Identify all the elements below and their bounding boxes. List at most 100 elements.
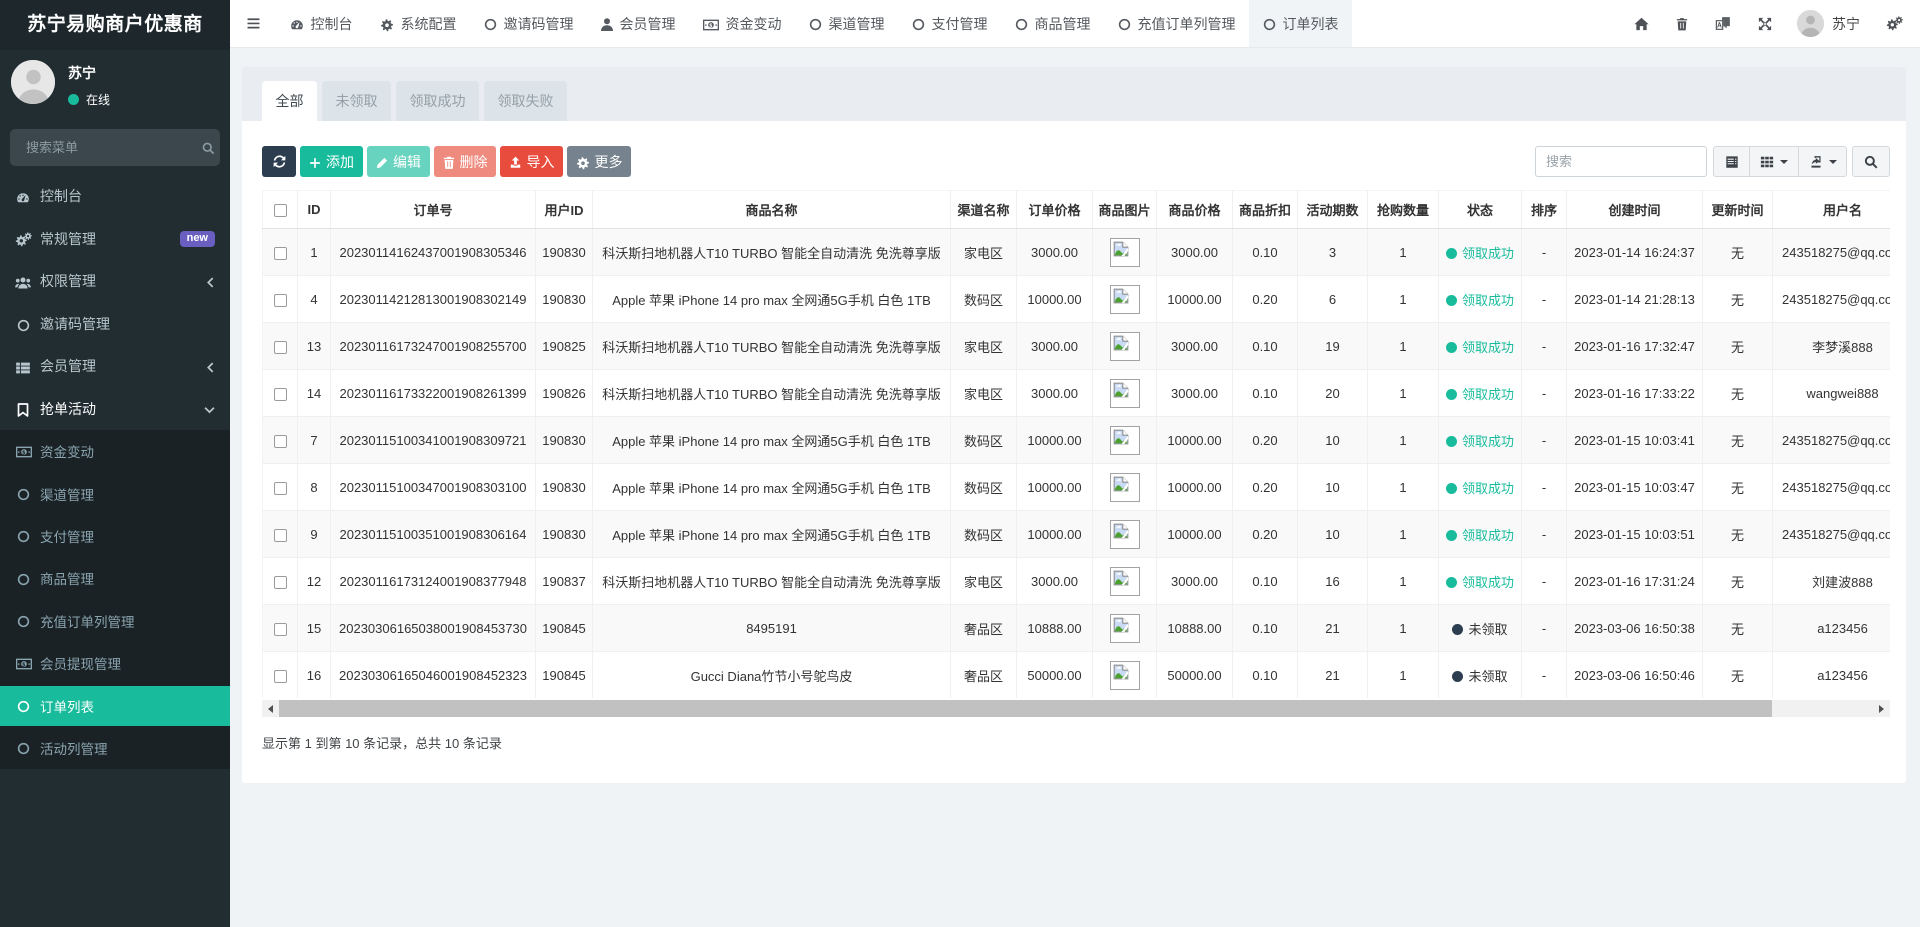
row-checkbox[interactable] bbox=[274, 388, 287, 401]
row-checkbox[interactable] bbox=[274, 247, 287, 260]
product-image-placeholder[interactable] bbox=[1110, 661, 1140, 690]
table-row[interactable]: 120230114162437001908305346190830科沃斯扫地机器… bbox=[263, 229, 1891, 276]
row-checkbox[interactable] bbox=[274, 294, 287, 307]
nav-tab-渠道管理[interactable]: 渠道管理 bbox=[795, 0, 898, 47]
expand-icon[interactable] bbox=[1744, 0, 1785, 48]
columns-toggle-button[interactable] bbox=[1750, 146, 1799, 177]
table-row[interactable]: 1220230116173124001908377948190837科沃斯扫地机… bbox=[263, 558, 1891, 605]
menu-toggle-icon[interactable] bbox=[230, 0, 276, 47]
column-header-订单号[interactable]: 订单号 bbox=[331, 191, 536, 229]
row-checkbox[interactable] bbox=[274, 670, 287, 683]
nav-tab-邀请码管理[interactable]: 邀请码管理 bbox=[470, 0, 587, 47]
nav-tab-商品管理[interactable]: 商品管理 bbox=[1001, 0, 1104, 47]
column-header-用户名[interactable]: 用户名 bbox=[1773, 191, 1891, 229]
nav-tab-控制台[interactable]: 控制台 bbox=[276, 0, 366, 47]
sidebar-search-input[interactable] bbox=[26, 140, 202, 155]
sidebar-subitem-订单列表[interactable]: 订单列表 bbox=[0, 684, 230, 726]
sidebar-item-权限管理[interactable]: 权限管理 bbox=[0, 260, 230, 303]
sidebar-item-邀请码管理[interactable]: 邀请码管理 bbox=[0, 303, 230, 346]
table-row[interactable]: 1520230306165038001908453730190845849519… bbox=[263, 605, 1891, 652]
column-header-商品名称[interactable]: 商品名称 bbox=[593, 191, 951, 229]
sidebar-item-会员管理[interactable]: 会员管理 bbox=[0, 345, 230, 388]
import-button[interactable]: 导入 bbox=[500, 146, 563, 177]
nav-tab-充值订单列管理[interactable]: 充值订单列管理 bbox=[1104, 0, 1249, 47]
sidebar-item-抢单活动[interactable]: 抢单活动 bbox=[0, 388, 230, 431]
sidebar-subitem-商品管理[interactable]: 商品管理 bbox=[0, 557, 230, 599]
row-checkbox[interactable] bbox=[274, 623, 287, 636]
column-header-商品折扣[interactable]: 商品折扣 bbox=[1233, 191, 1298, 229]
refresh-button[interactable] bbox=[262, 146, 296, 177]
filter-tab-领取失败[interactable]: 领取失败 bbox=[484, 81, 567, 121]
sidebar-item-label: 邀请码管理 bbox=[40, 314, 215, 334]
column-header-创建时间[interactable]: 创建时间 bbox=[1567, 191, 1703, 229]
column-header-抢购数量[interactable]: 抢购数量 bbox=[1368, 191, 1439, 229]
table-search-input[interactable] bbox=[1546, 147, 1696, 176]
row-checkbox[interactable] bbox=[274, 435, 287, 448]
sidebar-subitem-渠道管理[interactable]: 渠道管理 bbox=[0, 472, 230, 514]
product-image-placeholder[interactable] bbox=[1110, 285, 1140, 314]
column-header-渠道名称[interactable]: 渠道名称 bbox=[951, 191, 1017, 229]
settings-cogs-icon[interactable] bbox=[1872, 0, 1916, 48]
product-image-placeholder[interactable] bbox=[1110, 238, 1140, 267]
sidebar-subitem-会员提现管理[interactable]: 会员提现管理 bbox=[0, 642, 230, 684]
navbar-user[interactable]: 苏宁 bbox=[1785, 10, 1872, 37]
column-header-更新时间[interactable]: 更新时间 bbox=[1703, 191, 1773, 229]
search-icon[interactable] bbox=[202, 140, 215, 155]
home-icon[interactable] bbox=[1620, 0, 1662, 48]
select-all-checkbox[interactable] bbox=[274, 204, 287, 217]
scroll-right-arrow-icon[interactable] bbox=[1873, 700, 1890, 717]
column-header-状态[interactable]: 状态 bbox=[1439, 191, 1522, 229]
nav-tab-支付管理[interactable]: 支付管理 bbox=[898, 0, 1001, 47]
product-image-placeholder[interactable] bbox=[1110, 426, 1140, 455]
horizontal-scrollbar[interactable] bbox=[262, 700, 1890, 717]
nav-tab-会员管理[interactable]: 会员管理 bbox=[587, 0, 689, 47]
table-row[interactable]: 1420230116173322001908261399190826科沃斯扫地机… bbox=[263, 370, 1891, 417]
filter-tab-全部[interactable]: 全部 bbox=[262, 81, 317, 121]
export-button[interactable] bbox=[1799, 146, 1847, 177]
column-header-订单价格[interactable]: 订单价格 bbox=[1017, 191, 1093, 229]
sidebar-subitem-充值订单列管理[interactable]: 充值订单列管理 bbox=[0, 600, 230, 642]
table-row[interactable]: 1320230116173247001908255700190825科沃斯扫地机… bbox=[263, 323, 1891, 370]
sidebar-subitem-支付管理[interactable]: 支付管理 bbox=[0, 515, 230, 557]
add-button[interactable]: 添加 bbox=[300, 146, 363, 177]
table-row[interactable]: 720230115100341001908309721190830Apple 苹… bbox=[263, 417, 1891, 464]
column-header-ID[interactable]: ID bbox=[298, 191, 331, 229]
language-icon[interactable] bbox=[1701, 0, 1744, 48]
delete-button[interactable]: 删除 bbox=[434, 146, 496, 177]
table-row[interactable]: 820230115100347001908303100190830Apple 苹… bbox=[263, 464, 1891, 511]
table-row[interactable]: 1620230306165046001908452323190845Gucci … bbox=[263, 652, 1891, 699]
edit-button[interactable]: 编辑 bbox=[367, 146, 430, 177]
column-header-商品图片[interactable]: 商品图片 bbox=[1093, 191, 1157, 229]
column-header-用户ID[interactable]: 用户ID bbox=[536, 191, 593, 229]
row-checkbox[interactable] bbox=[274, 482, 287, 495]
table-row[interactable]: 920230115100351001908306164190830Apple 苹… bbox=[263, 511, 1891, 558]
more-button[interactable]: 更多 bbox=[567, 146, 631, 177]
product-image-placeholder[interactable] bbox=[1110, 332, 1140, 361]
sidebar-item-控制台[interactable]: 控制台 bbox=[0, 175, 230, 218]
sidebar-item-常规管理[interactable]: 常规管理new bbox=[0, 218, 230, 261]
nav-tab-系统配置[interactable]: 系统配置 bbox=[366, 0, 470, 47]
row-checkbox[interactable] bbox=[274, 529, 287, 542]
detail-view-button[interactable] bbox=[1713, 146, 1750, 177]
product-image-placeholder[interactable] bbox=[1110, 614, 1140, 643]
table-row[interactable]: 420230114212813001908302149190830Apple 苹… bbox=[263, 276, 1891, 323]
trash-icon[interactable] bbox=[1662, 0, 1701, 48]
filter-tab-领取成功[interactable]: 领取成功 bbox=[396, 81, 479, 121]
scroll-left-arrow-icon[interactable] bbox=[262, 700, 279, 717]
scrollbar-thumb[interactable] bbox=[279, 700, 1772, 717]
sidebar-subitem-资金变动[interactable]: 资金变动 bbox=[0, 430, 230, 472]
row-checkbox[interactable] bbox=[274, 341, 287, 354]
nav-tab-资金变动[interactable]: 资金变动 bbox=[689, 0, 795, 47]
sidebar-subitem-活动列管理[interactable]: 活动列管理 bbox=[0, 727, 230, 769]
column-header-活动期数[interactable]: 活动期数 bbox=[1298, 191, 1368, 229]
nav-tab-订单列表[interactable]: 订单列表 bbox=[1249, 0, 1352, 47]
product-image-placeholder[interactable] bbox=[1110, 379, 1140, 408]
product-image-placeholder[interactable] bbox=[1110, 567, 1140, 596]
column-header-排序[interactable]: 排序 bbox=[1522, 191, 1567, 229]
product-image-placeholder[interactable] bbox=[1110, 520, 1140, 549]
column-header-商品价格[interactable]: 商品价格 bbox=[1157, 191, 1233, 229]
row-checkbox[interactable] bbox=[274, 576, 287, 589]
filter-tab-未领取[interactable]: 未领取 bbox=[322, 81, 391, 121]
search-submit-button[interactable] bbox=[1852, 146, 1890, 177]
product-image-placeholder[interactable] bbox=[1110, 473, 1140, 502]
